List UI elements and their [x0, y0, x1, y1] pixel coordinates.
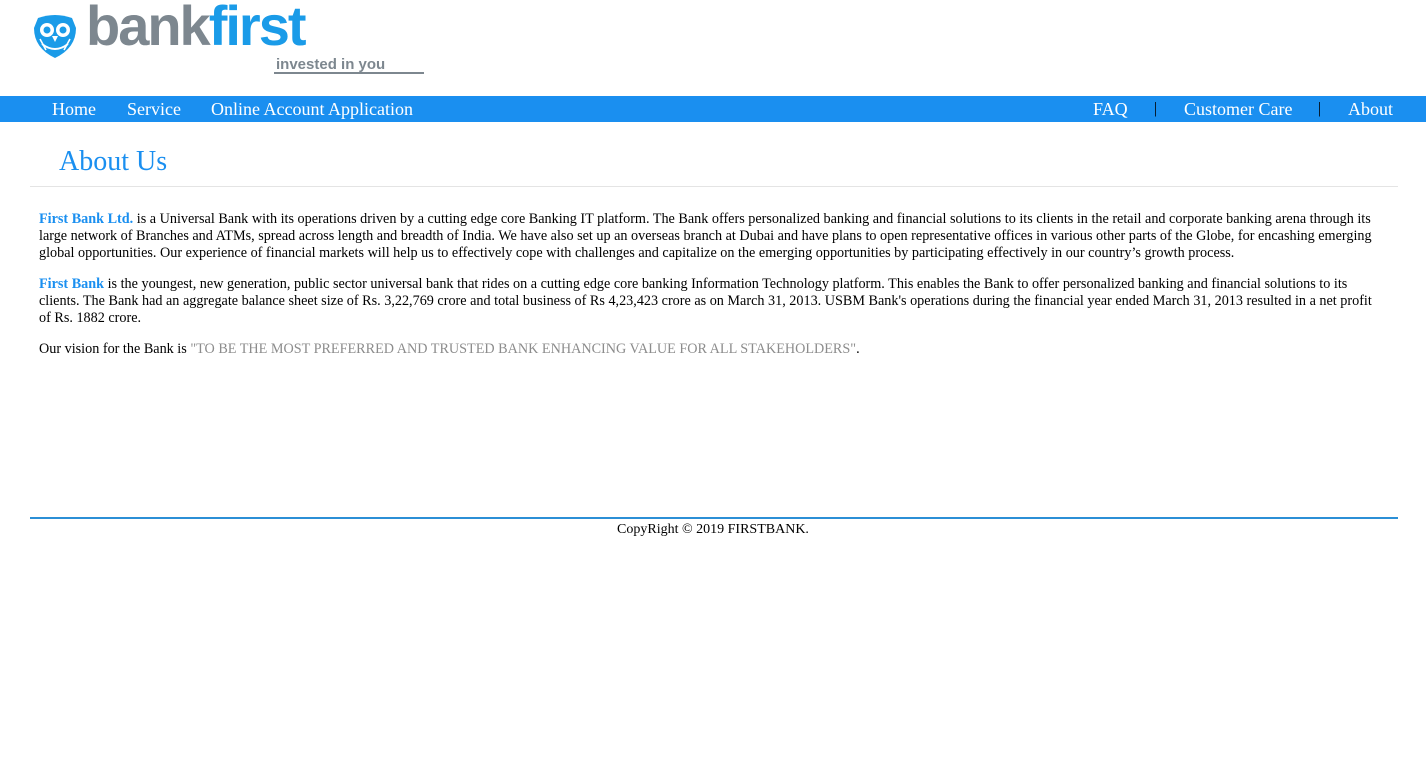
about-content: First Bank Ltd. is a Universal Bank with…: [39, 211, 1384, 372]
vision-statement: Our vision for the Bank is "TO BE THE MO…: [39, 341, 1384, 358]
nav-separator: |: [1318, 100, 1322, 117]
nav-customer-care[interactable]: Customer Care: [1184, 98, 1292, 120]
vision-lead: Our vision for the Bank is: [39, 341, 191, 357]
main-navbar: Home Service Online Account Application …: [0, 96, 1426, 122]
about-paragraph-1: First Bank Ltd. is a Universal Bank with…: [39, 211, 1384, 262]
header: bankfirst invested in you: [0, 0, 1426, 96]
bank-name-highlight: First Bank: [39, 276, 105, 292]
nav-service[interactable]: Service: [127, 98, 181, 120]
footer-divider: [30, 517, 1398, 519]
logo-tagline: invested in you: [276, 56, 386, 73]
bank-name-highlight: First Bank Ltd.: [39, 211, 134, 227]
page-title: About Us: [59, 146, 168, 177]
footer-copyright: CopyRight © 2019 FIRSTBANK.: [617, 522, 809, 537]
nav-home[interactable]: Home: [52, 98, 96, 120]
nav-about[interactable]: About: [1348, 98, 1393, 120]
title-divider: [30, 186, 1398, 187]
owl-icon: [34, 15, 76, 58]
nav-online-account-application[interactable]: Online Account Application: [211, 98, 413, 120]
nav-faq[interactable]: FAQ: [1093, 98, 1128, 120]
bankfirst-logo[interactable]: bankfirst invested in you: [32, 0, 428, 76]
about-paragraph-2-text: is the youngest, new generation, public …: [39, 276, 1372, 326]
about-paragraph-1-text: is a Universal Bank with its operations …: [39, 211, 1372, 261]
vision-quote: "TO BE THE MOST PREFERRED AND TRUSTED BA…: [190, 341, 857, 357]
logo-word-first: first: [208, 0, 307, 57]
about-paragraph-2: First Bank is the youngest, new generati…: [39, 276, 1384, 327]
logo-wordmark: bankfirst: [86, 0, 307, 57]
logo-word-bank: bank: [86, 0, 211, 57]
nav-separator: |: [1154, 100, 1158, 117]
vision-end: .: [856, 341, 860, 357]
logo-tagline-underline: [274, 72, 424, 74]
